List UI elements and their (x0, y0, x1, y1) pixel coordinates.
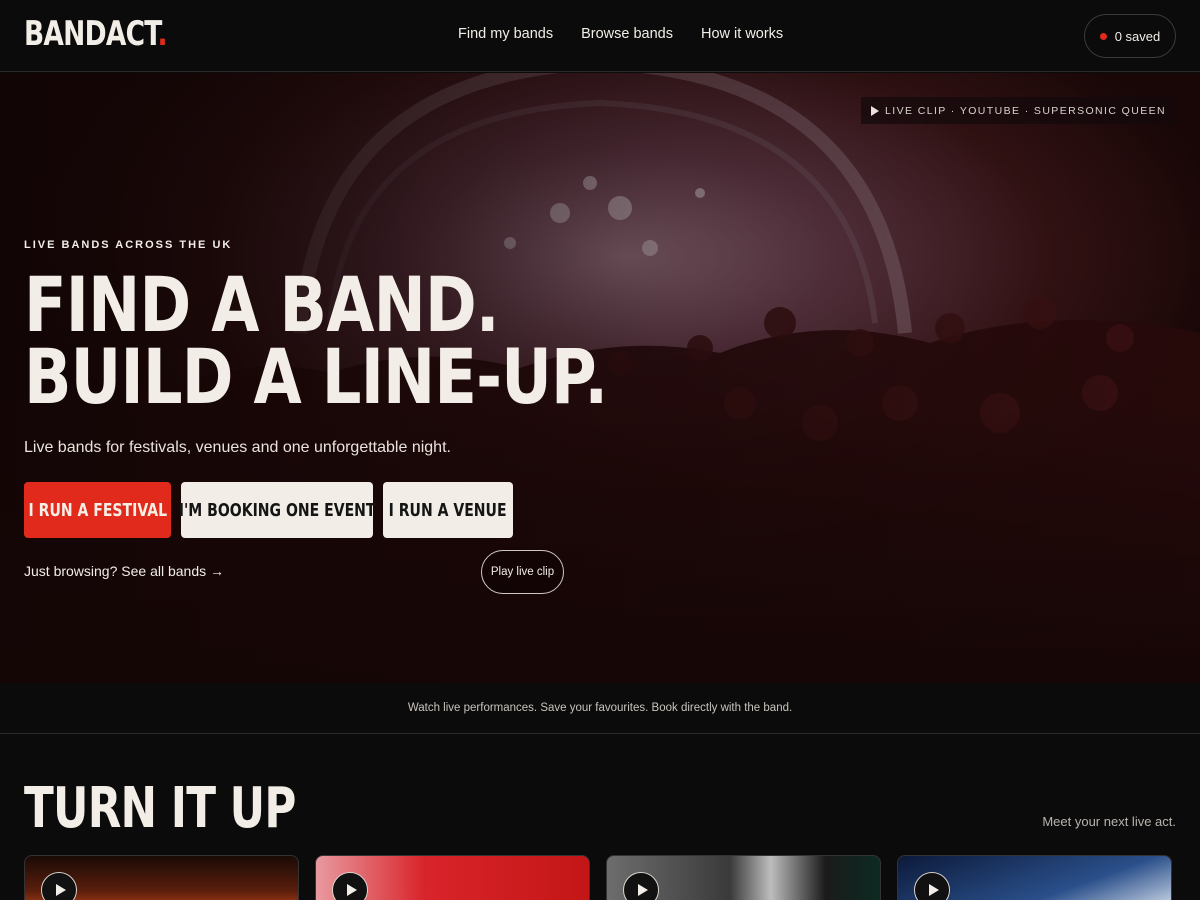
one-event-button[interactable]: I'M BOOKING ONE EVENT (179, 482, 375, 538)
venue-button[interactable]: I RUN A VENUE (383, 482, 513, 538)
saved-button[interactable]: 0 saved (1084, 14, 1176, 58)
hero-headline: FIND A BAND. BUILD A LINE-UP. (24, 260, 608, 421)
live-clip-badge: LIVE CLIP · YOUTUBE · SUPERSONIC QUEEN (861, 97, 1176, 124)
nav-browse-bands[interactable]: Browse bands (581, 26, 673, 42)
hero: LIVE CLIP · YOUTUBE · SUPERSONIC QUEEN L… (0, 73, 1200, 683)
browse-all-bands-link[interactable]: Just browsing? See all bands → (24, 563, 224, 579)
hero-subtitle: Live bands for festivals, venues and one… (24, 439, 451, 456)
logo[interactable]: BANDACT. (24, 14, 168, 54)
band-card[interactable] (315, 855, 590, 900)
site-header: BANDACT. Find my bands Browse bands How … (0, 0, 1200, 72)
play-icon[interactable] (914, 872, 950, 900)
hero-eyebrow: LIVE BANDS ACROSS THE UK (24, 239, 233, 251)
play-icon[interactable] (41, 872, 77, 900)
play-icon[interactable] (623, 872, 659, 900)
main-nav: Find my bands Browse bands How it works (458, 26, 783, 42)
band-card[interactable] (897, 855, 1172, 900)
live-clip-badge-text: LIVE CLIP · YOUTUBE · SUPERSONIC QUEEN (885, 104, 1166, 117)
hero-headline-line1: FIND A BAND. (24, 260, 500, 349)
saved-dot-icon (1099, 32, 1107, 40)
play-triangle-icon (871, 105, 880, 116)
band-card[interactable] (24, 855, 299, 900)
festival-button[interactable]: I RUN A FESTIVAL (24, 482, 171, 538)
play-icon[interactable] (332, 872, 368, 900)
band-card[interactable] (606, 855, 881, 900)
saved-label: 0 saved (1114, 28, 1161, 44)
nav-find-my-bands[interactable]: Find my bands (458, 26, 553, 42)
hero-headline-line2: BUILD A LINE-UP. (24, 332, 608, 421)
section-title: TURN IT UP (24, 776, 296, 841)
nav-how-it-works[interactable]: How it works (701, 26, 783, 42)
section-subtitle: Meet your next live act. (1042, 814, 1176, 829)
tagline-strip: Watch live performances. Save your favou… (0, 683, 1200, 734)
play-live-clip-button[interactable]: Play live clip (481, 550, 564, 594)
